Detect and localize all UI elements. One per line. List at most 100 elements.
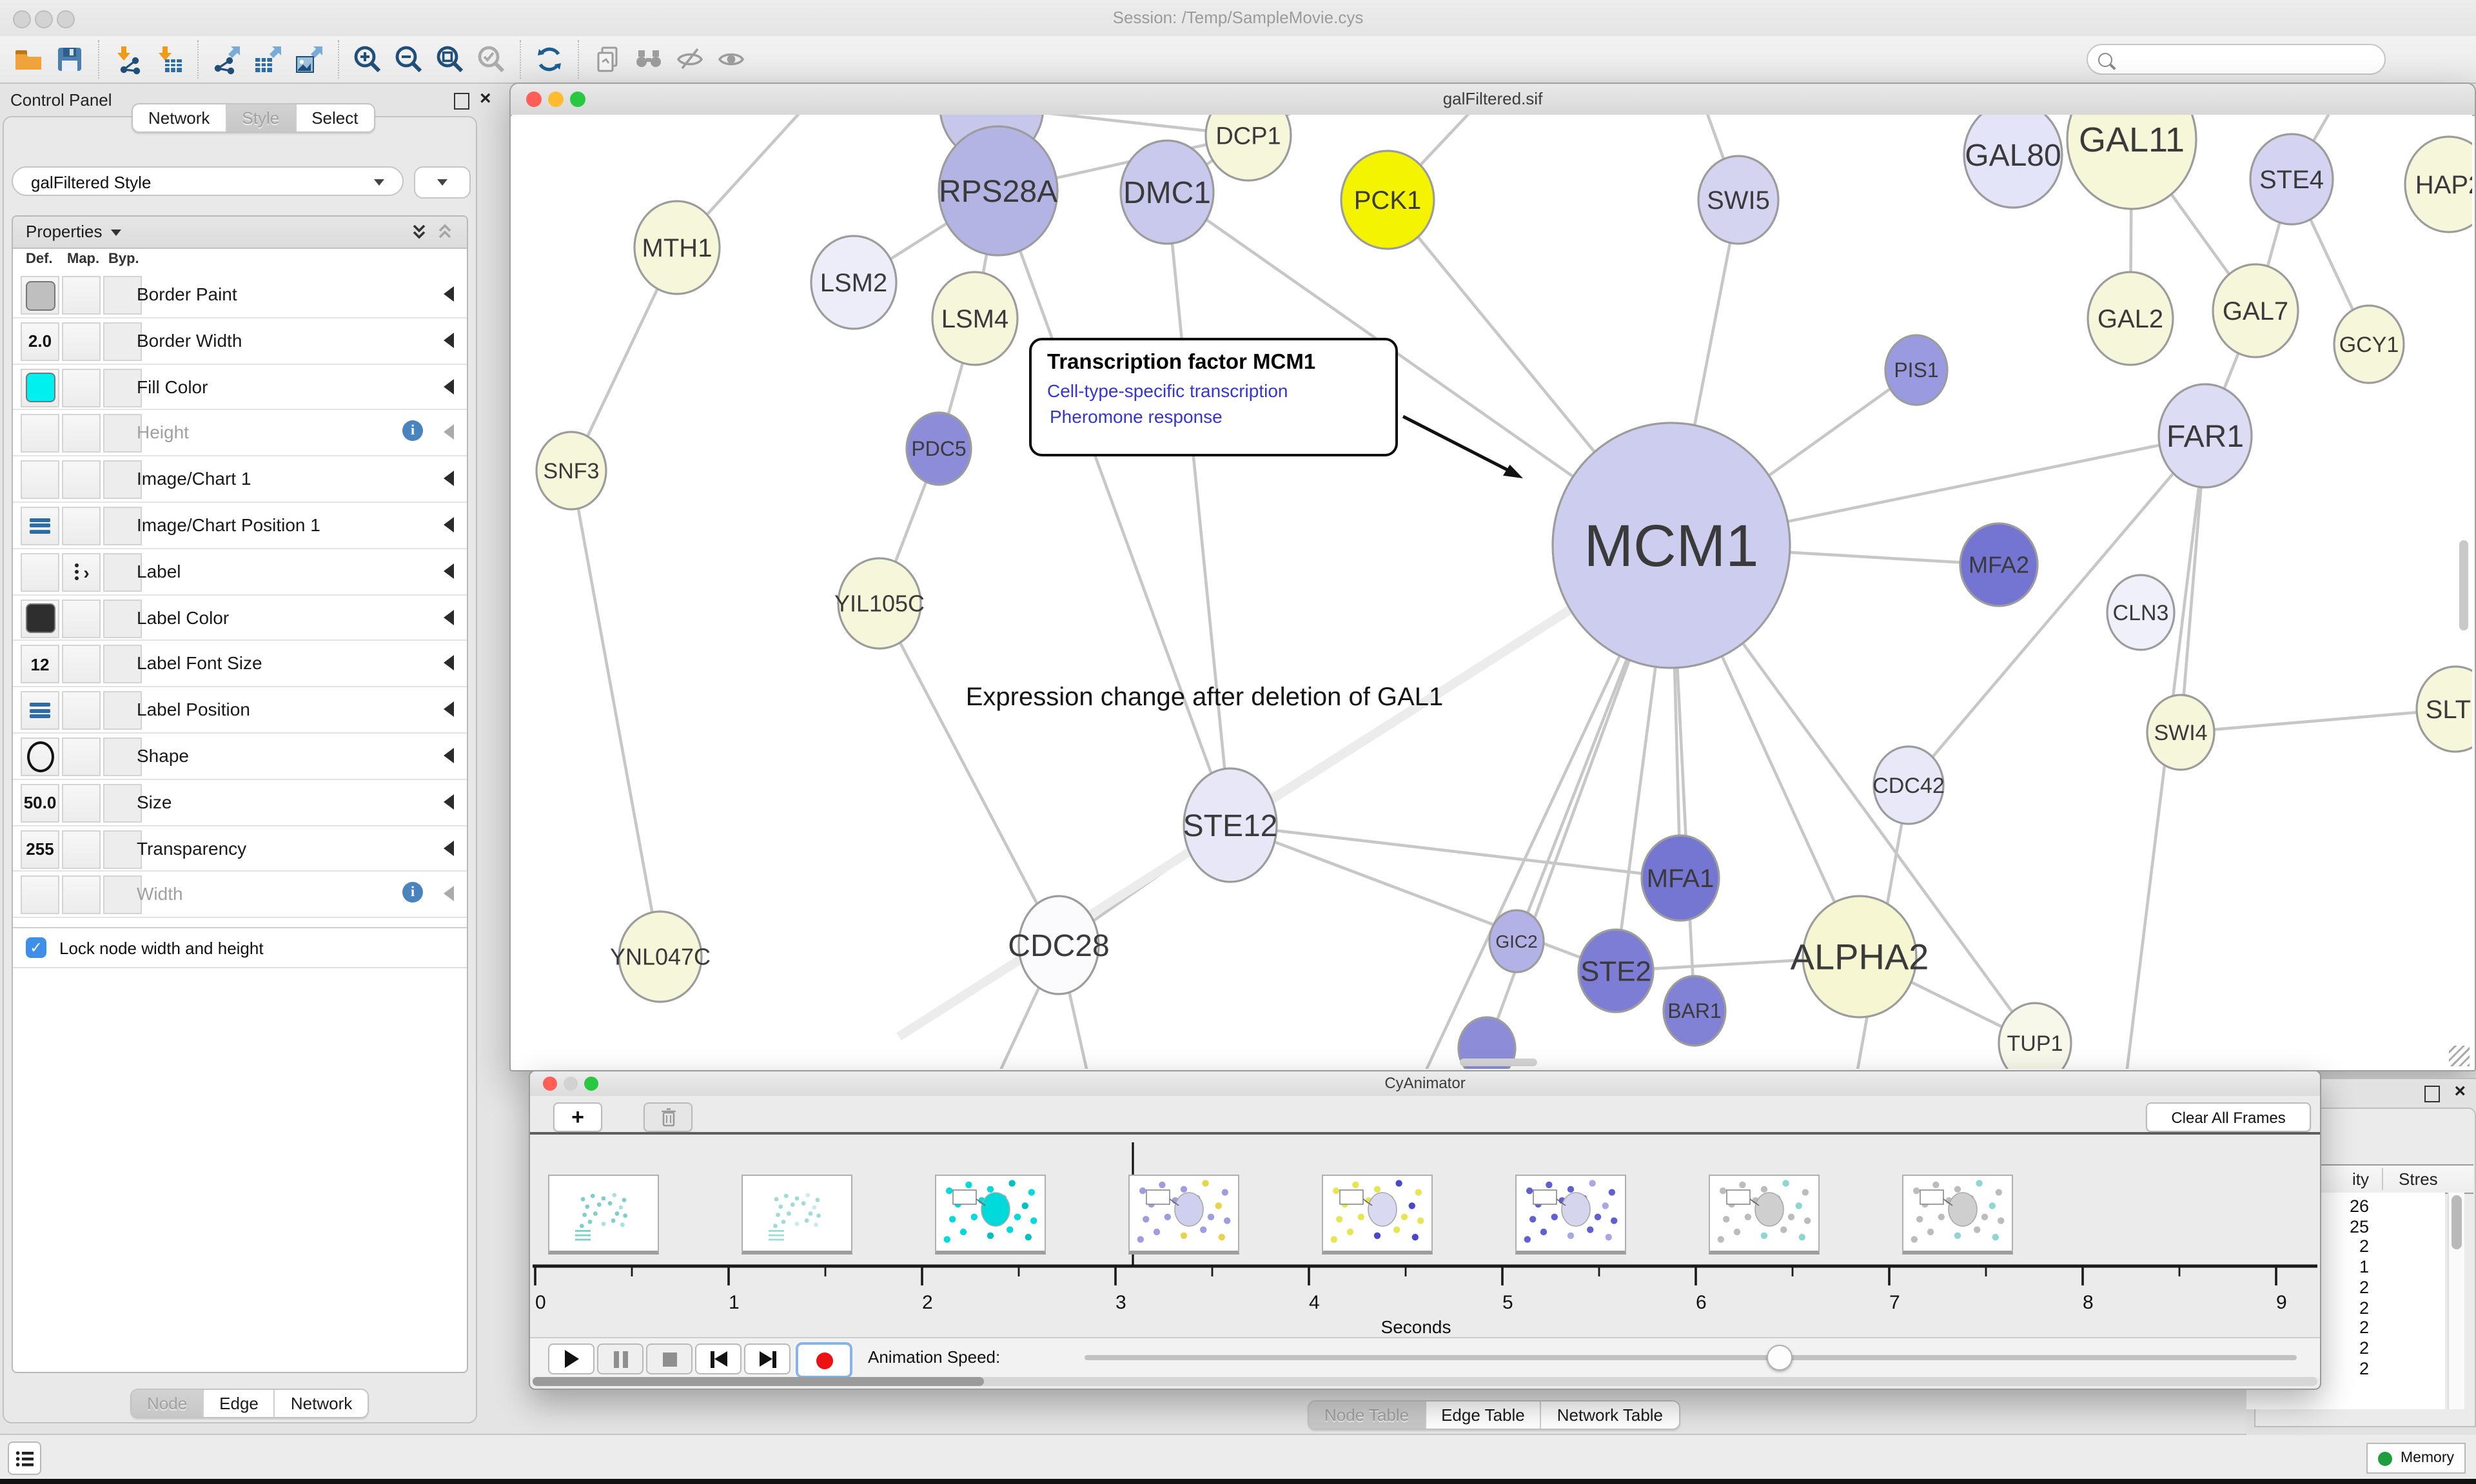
node-cdc42[interactable]: CDC42 (1872, 747, 1944, 824)
bypass-cell[interactable] (103, 460, 142, 499)
network-horizontal-scrollbar[interactable] (1460, 1059, 1537, 1066)
bypass-cell[interactable] (103, 507, 142, 545)
minimize-window-icon[interactable] (35, 10, 53, 28)
frame-thumbnail-7[interactable] (1902, 1175, 2013, 1255)
mapping-cell[interactable] (62, 322, 101, 361)
network-vertical-scrollbar[interactable] (2459, 540, 2468, 630)
node-rps28a[interactable]: RPS28A (939, 126, 1057, 255)
annotation-link[interactable]: Pheromone response (1050, 404, 1395, 429)
import-network-button[interactable] (107, 40, 148, 79)
frame-thumbnail-0[interactable] (548, 1175, 659, 1255)
node-mfa2[interactable]: MFA2 (1960, 523, 2038, 606)
node-dmc1[interactable]: DMC1 (1121, 141, 1213, 244)
default-value-cell[interactable] (21, 737, 59, 776)
node-pis1[interactable]: PIS1 (1885, 335, 1947, 405)
open-session-button[interactable] (8, 40, 49, 79)
default-value-cell[interactable] (21, 368, 59, 407)
property-row-border-paint[interactable]: Border Paint (13, 272, 467, 318)
bypass-cell[interactable] (103, 784, 142, 823)
node-gal7[interactable]: GAL7 (2213, 264, 2298, 357)
expand-property-icon[interactable] (444, 701, 454, 717)
expand-property-icon[interactable] (444, 471, 454, 486)
bypass-cell[interactable] (103, 322, 142, 361)
default-value-cell[interactable] (21, 415, 59, 453)
collapse-all-icon[interactable] (436, 223, 454, 241)
property-row-image-chart-position-1[interactable]: Image/Chart Position 1 (13, 503, 467, 549)
skip-to-end-button[interactable] (744, 1343, 791, 1374)
style-selector[interactable]: galFiltered Style (12, 166, 404, 196)
node-gic2[interactable]: GIC2 (1489, 910, 1544, 972)
close-panel-icon[interactable]: × (2454, 1082, 2466, 1102)
add-frame-button[interactable]: + (553, 1102, 602, 1132)
table-column-header[interactable]: Stres (2399, 1169, 2438, 1189)
node-ste12[interactable]: STE12 (1183, 768, 1278, 882)
node-pck1[interactable]: PCK1 (1341, 151, 1434, 249)
play-button[interactable] (548, 1343, 594, 1374)
zoom-window-icon[interactable] (584, 1076, 598, 1090)
bypass-cell[interactable] (103, 737, 142, 776)
search-input[interactable] (2119, 49, 2384, 70)
speed-slider-track[interactable] (1085, 1355, 2297, 1360)
expand-property-icon[interactable] (444, 333, 454, 348)
node-ynl047c[interactable]: YNL047C (610, 912, 711, 1002)
node-gcy1[interactable]: GCY1 (2334, 306, 2404, 383)
property-row-fill-color[interactable]: Fill Color (13, 364, 467, 411)
property-row-label-color[interactable]: Label Color (13, 595, 467, 641)
default-value-cell[interactable]: 255 (21, 830, 59, 868)
expand-property-icon[interactable] (444, 886, 454, 902)
mapping-cell[interactable] (62, 876, 101, 915)
zoom-window-icon[interactable] (57, 10, 75, 28)
default-value-cell[interactable] (21, 876, 59, 915)
node-yil105c[interactable]: YIL105C (834, 558, 925, 649)
delete-frame-button[interactable] (644, 1102, 693, 1132)
close-window-icon[interactable] (543, 1076, 557, 1090)
property-row-size[interactable]: 50.0Size (13, 780, 467, 826)
node-lsm2[interactable]: LSM2 (811, 236, 896, 329)
property-row-label[interactable]: ›Label (13, 549, 467, 596)
cyanimator-scrollbar[interactable] (533, 1377, 2317, 1386)
info-icon[interactable]: i (402, 883, 423, 903)
clear-all-frames-button[interactable]: Clear All Frames (2146, 1102, 2311, 1132)
mapping-cell[interactable] (62, 368, 101, 407)
node-swi5[interactable]: SWI5 (1698, 156, 1778, 244)
node-gal80[interactable]: GAL80 (1964, 115, 2062, 208)
import-table-button[interactable] (148, 40, 190, 79)
default-value-cell[interactable] (21, 460, 59, 499)
node-mth1[interactable]: MTH1 (634, 201, 720, 294)
node-ste2[interactable]: STE2 (1578, 930, 1653, 1012)
mapping-cell[interactable] (62, 415, 101, 453)
cyanimator-scrollbar-thumb[interactable] (533, 1377, 984, 1386)
property-row-border-width[interactable]: 2.0Border Width (13, 318, 467, 365)
tab-edge[interactable]: Edge (202, 1390, 274, 1417)
search-field[interactable] (2087, 44, 2386, 75)
frame-thumbnail-4[interactable] (1322, 1175, 1433, 1255)
property-row-width[interactable]: Widthi (13, 872, 467, 919)
node-mcm1[interactable]: MCM1 (1553, 423, 1790, 668)
tab-style[interactable]: Style (225, 104, 295, 132)
property-row-label-position[interactable]: Label Position (13, 687, 467, 734)
default-value-cell[interactable] (21, 599, 59, 638)
snapshot-button[interactable] (587, 40, 628, 79)
mapping-cell[interactable] (62, 691, 101, 730)
bypass-cell[interactable] (103, 691, 142, 730)
frame-thumbnail-3[interactable] (1128, 1175, 1239, 1255)
property-row-label-font-size[interactable]: 12Label Font Size (13, 641, 467, 688)
expand-property-icon[interactable] (444, 794, 454, 810)
hide-detail-button[interactable] (669, 40, 711, 79)
show-detail-button[interactable] (711, 40, 752, 79)
show-panels-button[interactable] (8, 1441, 41, 1475)
float-panel-icon[interactable] (454, 93, 469, 110)
export-table-button[interactable] (248, 40, 289, 79)
expand-property-icon[interactable] (444, 840, 454, 855)
cyanimator-titlebar[interactable]: CyAnimator (530, 1071, 2320, 1097)
network-canvas[interactable]: DCP1RPS28ADMC1PCK1SWI5GAL80GAL11STE4HAP2… (512, 115, 2472, 1069)
tab-network-table[interactable]: Network Table (1540, 1401, 1678, 1429)
node-cln3[interactable]: CLN3 (2107, 575, 2174, 650)
node-mfa1[interactable]: MFA1 (1642, 835, 1719, 921)
node-alpha2[interactable]: ALPHA2 (1791, 896, 1929, 1017)
node-tup1[interactable]: TUP1 (1999, 1003, 2071, 1069)
property-row-transparency[interactable]: 255Transparency (13, 826, 467, 872)
node-far1[interactable]: FAR1 (2159, 384, 2252, 487)
lock-size-checkbox[interactable]: ✓ (26, 937, 46, 958)
close-window-icon[interactable] (13, 10, 31, 28)
